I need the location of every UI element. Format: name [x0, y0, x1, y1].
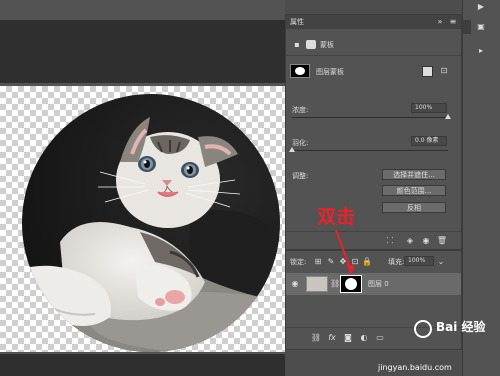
pixel-mask-icon[interactable]: ▪ [292, 40, 302, 50]
masked-kitten-photo[interactable] [20, 92, 282, 354]
fill-field[interactable]: 100% [404, 256, 434, 266]
properties-panel: 属性 » ≡ ▪ 蒙板 图层蒙板 ⊡ 浓度: 100% 羽化: 0.0 像素 调… [285, 14, 462, 250]
lock-pixels-icon[interactable]: ⊞ [313, 257, 323, 267]
link-icon[interactable]: ⛓ [330, 279, 340, 289]
watermark-brand: Bai 经验 [436, 320, 486, 334]
layer-name[interactable]: 图层 0 [368, 280, 389, 289]
mask-thumbnail[interactable] [290, 64, 310, 78]
properties-icon[interactable]: ▣ [473, 22, 489, 32]
fill-label: 填充: [388, 258, 405, 266]
fx-icon[interactable]: fx [326, 333, 338, 343]
select-mask-icon[interactable] [422, 66, 433, 77]
visibility-eye-icon[interactable]: ◉ [290, 279, 300, 289]
apply-mask-icon[interactable]: ◈ [404, 236, 416, 246]
density-label: 浓度: [292, 106, 309, 114]
mask-name: 图层蒙板 [316, 68, 344, 76]
chevron-down-icon[interactable]: ⌄ [436, 257, 446, 267]
collapse-icon[interactable]: ▸ [473, 46, 489, 56]
mask-circle [345, 278, 357, 290]
density-slider-thumb[interactable] [445, 114, 451, 119]
pasteboard [0, 20, 285, 83]
document-tab-bar [0, 0, 285, 20]
load-selection-icon[interactable]: ⸬ [384, 236, 396, 246]
delete-mask-icon[interactable]: 🗑 [436, 236, 448, 246]
refine-label: 调整: [292, 172, 309, 180]
lock-label: 锁定: [290, 258, 307, 266]
divider [286, 231, 461, 232]
divider [286, 55, 461, 56]
panel-menu-icon[interactable]: ≡ [448, 17, 458, 27]
pasteboard-bottom [0, 354, 285, 376]
dock-handle [462, 20, 471, 34]
link-layers-icon[interactable]: ⛓ [310, 333, 322, 343]
panel-collapse-icon[interactable]: » [434, 17, 446, 27]
invert-button[interactable]: 反相 [382, 202, 446, 213]
adjustment-layer-icon[interactable]: ◐ [358, 333, 370, 343]
density-slider[interactable] [292, 117, 448, 118]
mask-subheader: 蒙板 [320, 41, 334, 49]
annotation-label: 双击 [317, 206, 356, 228]
add-mask-icon[interactable]: ◙ [342, 333, 354, 343]
feather-field[interactable]: 0.0 像素 [411, 136, 447, 146]
play-icon[interactable]: ▶ [473, 2, 489, 12]
layer-thumbnail[interactable] [306, 276, 328, 292]
panel-title[interactable]: 属性 [290, 18, 304, 27]
lock-all-icon[interactable]: 🔒 [362, 257, 372, 267]
density-field[interactable]: 100% [411, 103, 447, 113]
annotation-arrow [335, 229, 355, 275]
apply-vector-mask-icon[interactable]: ⊡ [438, 66, 450, 76]
folder-icon[interactable]: ▭ [374, 333, 386, 343]
feather-slider-thumb[interactable] [289, 147, 295, 152]
vector-mask-icon[interactable] [306, 40, 316, 49]
color-range-button[interactable]: 颜色范围... [382, 185, 446, 196]
mask-circle [295, 67, 305, 75]
feather-slider[interactable] [292, 150, 448, 151]
baidu-paw-icon [414, 320, 432, 338]
watermark: Bai 经验 jingyan.baidu.com [378, 318, 500, 376]
watermark-url: jingyan.baidu.com [378, 363, 452, 372]
select-and-mask-button[interactable]: 选择并遮住... [382, 169, 446, 180]
visibility-eye-icon[interactable]: ◉ [420, 236, 432, 246]
